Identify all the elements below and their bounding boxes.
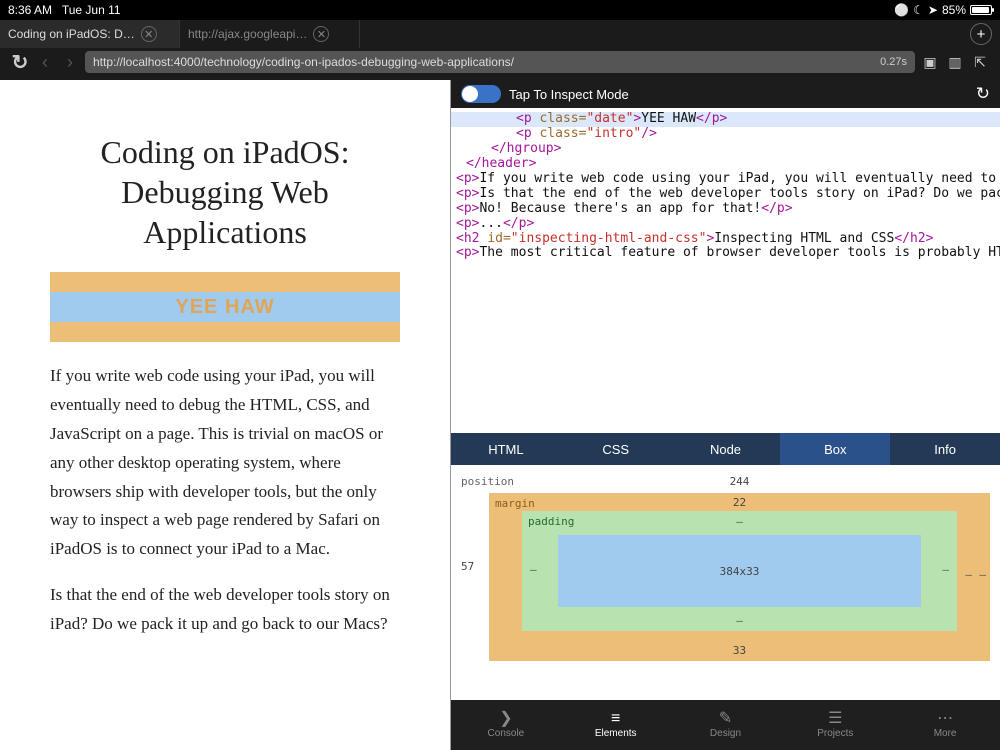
inspector-bottom-nav: ❯Console ≡Elements ✎Design ☰Projects ⋯Mo… [451,700,1000,750]
tab-box[interactable]: Box [780,433,890,465]
tab-node[interactable]: Node [671,433,781,465]
status-left: 8:36 AM Tue Jun 11 [8,3,121,17]
margin-right: – [965,568,972,581]
tab-css[interactable]: CSS [561,433,671,465]
moon-icon: ☾ [913,3,924,17]
reload-button[interactable]: ↻ [10,50,30,75]
browser-tab-bar: Coding on iPadOS: D… ✕ http://ajax.googl… [0,20,1000,48]
html-source-view[interactable]: <p class="date">YEE HAW</p> <p class="in… [451,108,1000,433]
projects-icon: ☰ [828,711,842,727]
close-icon[interactable]: ✕ [313,26,329,42]
rendered-page: Coding on iPadOS: Debugging Web Applicat… [0,80,450,750]
nav-console[interactable]: ❯Console [451,700,561,750]
tab-title: http://ajax.googleapi… [188,27,307,41]
padding-box: padding – – – – 384x33 [522,511,957,631]
date: Tue Jun 11 [62,3,121,17]
box-model-view: position 57 244 margin 22 33 – – padding… [451,465,1000,700]
position-right: – [979,568,986,581]
padding-left: – [530,563,537,576]
browser-tab-active[interactable]: Coding on iPadOS: D… ✕ [0,20,180,48]
load-time: 0.27s [880,56,907,68]
browser-tab-inactive[interactable]: http://ajax.googleapi… ✕ [180,20,360,48]
url-text: http://localhost:4000/technology/coding-… [93,55,514,69]
margin-box: margin 22 33 – – padding – – – – 384x33 [489,493,990,661]
margin-top: 22 [489,496,990,509]
new-tab-button[interactable]: + [970,23,992,45]
reload-icon[interactable]: ↻ [976,84,990,104]
battery-percent: 85% [942,3,966,17]
inspector-header: Tap To Inspect Mode ↻ [451,80,1000,108]
share-icon[interactable]: ⇱ [970,52,990,72]
location-icon: ➤ [928,3,938,17]
position-top: 244 [489,475,990,488]
inspect-mode-toggle[interactable] [461,85,501,103]
padding-bottom: – [522,614,957,627]
web-inspector: Tap To Inspect Mode ↻ <p class="date">YE… [450,80,1000,750]
highlighted-element[interactable]: YEE HAW [50,272,400,342]
tab-html[interactable]: HTML [451,433,561,465]
wifi-icon: ⚪ [894,3,909,17]
status-right: ⚪ ☾ ➤ 85% [894,3,992,17]
padding-right: – [942,563,949,576]
nav-design[interactable]: ✎Design [671,700,781,750]
padding-top: – [522,515,957,528]
url-bar[interactable]: http://localhost:4000/technology/coding-… [85,51,915,73]
camera-icon[interactable]: ▣ [920,52,940,72]
nav-more[interactable]: ⋯More [890,700,1000,750]
ios-status-bar: 8:36 AM Tue Jun 11 ⚪ ☾ ➤ 85% [0,0,1000,20]
reader-icon[interactable]: ▥ [945,52,965,72]
forward-button[interactable]: › [60,52,80,73]
close-icon[interactable]: ✕ [141,26,157,42]
nav-elements[interactable]: ≡Elements [561,700,671,750]
browser-toolbar: ↻ ‹ › http://localhost:4000/technology/c… [0,48,1000,80]
clock: 8:36 AM [8,3,52,17]
battery-icon [970,5,992,15]
inspector-tabs: HTML CSS Node Box Info [451,433,1000,465]
back-button[interactable]: ‹ [35,52,55,73]
article-paragraph: If you write web code using your iPad, y… [50,362,400,564]
design-icon: ✎ [719,711,732,727]
nav-projects[interactable]: ☰Projects [780,700,890,750]
more-icon: ⋯ [937,711,953,727]
inspect-mode-label: Tap To Inspect Mode [509,87,629,102]
highlight-text: YEE HAW [50,292,400,322]
margin-bottom: 33 [489,644,990,657]
position-left: 57 [461,560,474,573]
console-icon: ❯ [499,711,512,727]
article-paragraph: Is that the end of the web developer too… [50,581,400,639]
tab-title: Coding on iPadOS: D… [8,27,135,41]
tab-info[interactable]: Info [890,433,1000,465]
elements-icon: ≡ [611,711,620,727]
page-title: Coding on iPadOS: Debugging Web Applicat… [50,132,400,252]
content-box: 384x33 [558,535,921,607]
